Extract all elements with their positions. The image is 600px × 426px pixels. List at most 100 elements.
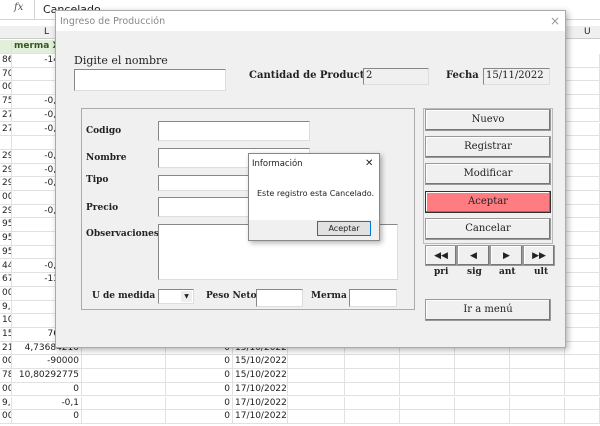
sheet-cell[interactable] — [565, 108, 600, 123]
sheet-cell[interactable]: 17/10/2022 — [233, 396, 288, 411]
column-header-L[interactable]: L — [44, 27, 49, 37]
sheet-cell[interactable]: 0 — [166, 369, 233, 383]
sheet-cell[interactable] — [82, 410, 166, 424]
sheet-cell[interactable] — [565, 67, 600, 82]
sheet-cell[interactable] — [455, 410, 510, 424]
sheet-cell[interactable] — [565, 149, 600, 164]
sheet-cell[interactable] — [565, 245, 600, 260]
sheet-cell[interactable]: 00 — [0, 355, 12, 370]
sheet-cell[interactable]: 27 — [0, 108, 12, 123]
next-record-button[interactable]: ▶ — [490, 245, 523, 266]
sheet-cell[interactable] — [565, 204, 600, 219]
sheet-cell[interactable] — [288, 410, 345, 424]
sheet-cell[interactable]: 95 — [0, 245, 12, 260]
sheet-cell[interactable] — [565, 177, 600, 191]
sheet-cell[interactable]: 17/10/2022 — [233, 410, 288, 424]
sheet-cell[interactable]: 15 — [0, 328, 12, 342]
sheet-cell[interactable]: 00 — [0, 286, 12, 301]
previous-record-button[interactable]: ◀ — [457, 245, 490, 266]
sheet-cell[interactable]: 0 — [12, 410, 82, 424]
sheet-cell[interactable] — [565, 341, 600, 356]
unidad-dropdown[interactable]: ▼ — [158, 289, 194, 304]
sheet-cell[interactable]: 21 — [0, 341, 12, 356]
codigo-input[interactable] — [158, 121, 310, 141]
sheet-cell[interactable] — [565, 95, 600, 109]
sheet-cell[interactable]: 0 — [166, 396, 233, 411]
sheet-cell[interactable]: 44 — [0, 259, 12, 274]
sheet-cell[interactable] — [0, 136, 12, 150]
sheet-cell[interactable] — [565, 163, 600, 178]
aceptar-button[interactable]: Aceptar — [425, 191, 551, 213]
sheet-cell[interactable]: 0 — [166, 355, 233, 370]
sheet-cell[interactable] — [510, 355, 565, 370]
cancelar-button[interactable]: Cancelar — [425, 218, 551, 240]
sheet-cell[interactable] — [565, 410, 600, 424]
sheet-cell[interactable]: 95 — [0, 232, 12, 246]
sheet-cell[interactable] — [288, 355, 345, 370]
sheet-cell[interactable] — [345, 369, 400, 383]
merma-input[interactable] — [349, 289, 397, 307]
sheet-cell[interactable] — [565, 232, 600, 246]
sheet-cell[interactable] — [455, 396, 510, 411]
column-header-U[interactable]: U — [584, 27, 591, 37]
qty-field[interactable]: 2 — [363, 68, 429, 85]
date-field[interactable]: 15/11/2022 — [483, 68, 550, 85]
sheet-cell[interactable] — [565, 355, 600, 370]
sheet-cell[interactable] — [565, 259, 600, 274]
sheet-cell[interactable] — [400, 369, 455, 383]
first-record-button[interactable]: ◀◀ — [425, 245, 457, 266]
last-record-button[interactable]: ▶▶ — [523, 245, 555, 266]
sheet-cell[interactable] — [82, 382, 166, 397]
sheet-cell[interactable] — [565, 81, 600, 96]
sheet-cell[interactable] — [565, 382, 600, 397]
close-icon[interactable]: ✕ — [365, 158, 373, 169]
sheet-cell[interactable]: 29 — [0, 149, 12, 164]
sheet-cell[interactable] — [510, 410, 565, 424]
sheet-cell[interactable] — [455, 355, 510, 370]
registrar-button[interactable]: Registrar — [425, 136, 551, 158]
sheet-cell[interactable]: 00 — [0, 81, 12, 96]
sheet-cell[interactable]: 00 — [0, 410, 12, 424]
sheet-cell[interactable] — [565, 218, 600, 233]
sheet-cell[interactable] — [288, 382, 345, 397]
sheet-cell[interactable]: -90000 — [12, 355, 82, 370]
sheet-cell[interactable] — [345, 396, 400, 411]
sheet-cell[interactable]: 15/10/2022 — [233, 355, 288, 370]
sheet-cell[interactable] — [345, 382, 400, 397]
sheet-cell[interactable] — [400, 355, 455, 370]
close-icon[interactable]: × — [550, 14, 560, 28]
sheet-cell[interactable]: 15/10/2022 — [233, 369, 288, 383]
sheet-cell[interactable] — [82, 355, 166, 370]
sheet-cell[interactable] — [565, 286, 600, 301]
sheet-cell[interactable]: 29 — [0, 163, 12, 178]
sheet-cell[interactable] — [455, 382, 510, 397]
sheet-cell[interactable] — [565, 122, 600, 137]
sheet-cell[interactable]: 70 — [0, 67, 12, 82]
sheet-cell[interactable]: 0 — [166, 410, 233, 424]
sheet-cell[interactable]: 0 — [12, 382, 82, 397]
peso-input[interactable] — [256, 289, 303, 307]
name-input[interactable] — [74, 69, 226, 91]
sheet-cell[interactable] — [565, 396, 600, 411]
sheet-cell[interactable] — [565, 369, 600, 383]
sheet-cell[interactable]: 86 — [0, 54, 12, 68]
sheet-cell[interactable] — [510, 369, 565, 383]
sheet-cell[interactable] — [82, 396, 166, 411]
sheet-cell[interactable] — [345, 410, 400, 424]
sheet-cell[interactable]: 78 — [0, 369, 12, 383]
sheet-cell[interactable]: 29 — [0, 177, 12, 191]
sheet-cell[interactable]: -0,1 — [12, 396, 82, 411]
sheet-cell[interactable]: 27 — [0, 122, 12, 137]
sheet-cell[interactable] — [455, 369, 510, 383]
sheet-cell[interactable]: 10,80292775 — [12, 369, 82, 383]
sheet-cell[interactable]: 757 — [0, 95, 12, 109]
nuevo-button[interactable]: Nuevo — [425, 109, 551, 131]
menu-button[interactable]: Ir a menú — [425, 299, 551, 321]
sheet-cell[interactable]: 9,9 — [0, 300, 12, 315]
sheet-cell[interactable] — [565, 273, 600, 287]
chevron-down-icon[interactable]: ▼ — [181, 291, 192, 302]
fx-icon[interactable]: fx — [14, 2, 23, 13]
sheet-cell[interactable] — [400, 382, 455, 397]
sheet-cell[interactable]: 9,9 — [0, 396, 12, 411]
sheet-cell[interactable] — [565, 328, 600, 342]
